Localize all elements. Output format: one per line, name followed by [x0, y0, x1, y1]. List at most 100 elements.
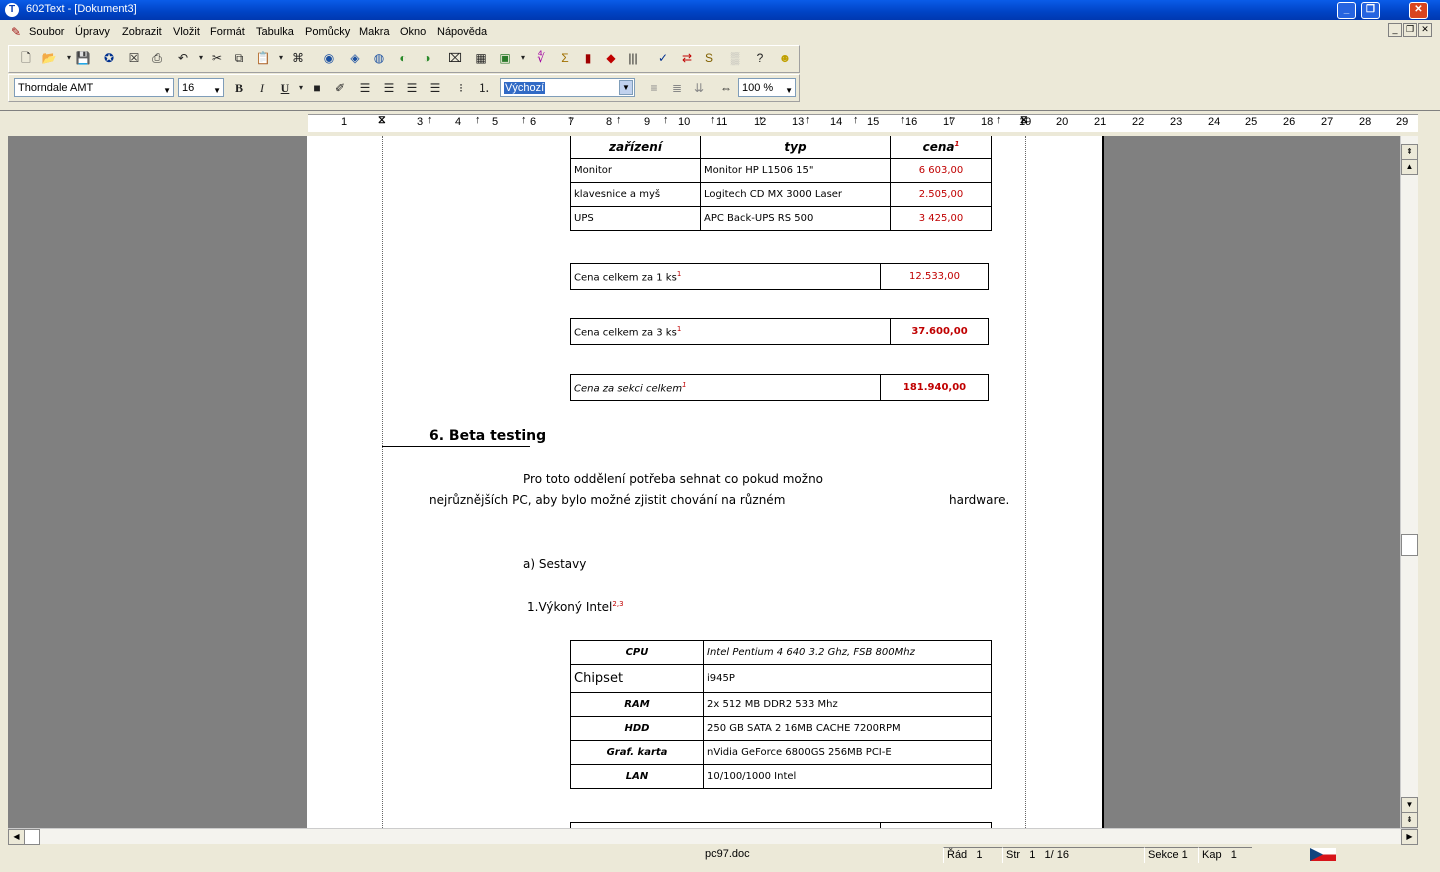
- assistant-icon[interactable]: ☻: [777, 50, 793, 66]
- italic-button[interactable]: I: [254, 80, 270, 96]
- color-icon[interactable]: ■: [309, 80, 325, 96]
- document-page[interactable]: zařízení typ cena1 Monitor Monitor HP L1…: [307, 136, 1104, 828]
- organizer-icon[interactable]: ✪: [101, 50, 117, 66]
- chart-icon[interactable]: ▮: [580, 50, 596, 66]
- image-dropdown-icon[interactable]: ▾: [515, 50, 531, 66]
- help-cursor-icon[interactable]: ?: [752, 50, 768, 66]
- image-icon[interactable]: ▣: [497, 50, 513, 66]
- tab-stop-marker[interactable]: ↑: [663, 114, 669, 126]
- menu-napoveda[interactable]: Nápověda: [437, 26, 487, 38]
- menu-format[interactable]: Formát: [210, 26, 245, 38]
- indent-decrease-icon[interactable]: ≡: [646, 80, 662, 96]
- maximize-button[interactable]: ❐: [1361, 2, 1380, 19]
- table-icon[interactable]: ▦: [473, 50, 489, 66]
- menu-tabulka[interactable]: Tabulka: [256, 26, 294, 38]
- menu-zobrazit[interactable]: Zobrazit: [122, 26, 162, 38]
- tab-stop-marker[interactable]: ↑: [853, 114, 859, 126]
- menu-makra[interactable]: Makra: [359, 26, 390, 38]
- web-page-icon[interactable]: ◍: [371, 50, 387, 66]
- bullet-list-icon[interactable]: ⁝: [453, 80, 469, 96]
- tab-stop-marker[interactable]: ↑: [427, 114, 433, 126]
- doc-restore-button[interactable]: ❐: [1403, 23, 1417, 37]
- menu-upravy[interactable]: Úpravy: [75, 26, 110, 38]
- scroll-down-button[interactable]: ▼: [1401, 797, 1418, 813]
- underline-dropdown-icon[interactable]: ▾: [293, 80, 309, 96]
- globe-icon[interactable]: ◐: [395, 50, 411, 66]
- undo-icon[interactable]: ↶: [175, 50, 191, 66]
- horizontal-scrollbar[interactable]: ◀ ▶: [8, 828, 1418, 845]
- thesaurus-icon[interactable]: ⇄: [679, 50, 695, 66]
- doc-close-button[interactable]: ✕: [1418, 23, 1432, 37]
- menu-soubor[interactable]: Soubor: [29, 26, 64, 38]
- menu-vlozit[interactable]: Vložit: [173, 26, 200, 38]
- scroll-left-button[interactable]: ◀: [8, 829, 25, 845]
- scroll-right-button[interactable]: ▶: [1401, 829, 1418, 845]
- numbered-list-icon[interactable]: ⒈: [476, 80, 492, 96]
- style-select[interactable]: Výchozí ▼: [500, 78, 635, 97]
- undo-dropdown-icon[interactable]: ▾: [193, 50, 209, 66]
- scroll-up-button[interactable]: ▲: [1401, 159, 1418, 175]
- document-icon[interactable]: ✎: [11, 25, 21, 39]
- paragraph-icon[interactable]: ⇊: [691, 80, 707, 96]
- zoom-select[interactable]: 100 % ▼: [738, 78, 796, 97]
- underline-button[interactable]: U: [277, 80, 293, 96]
- save-icon[interactable]: 💾: [75, 50, 91, 66]
- tab-stop-marker[interactable]: ↑: [475, 114, 481, 126]
- tab-stop-marker[interactable]: ↑: [521, 114, 527, 126]
- right-indent-marker[interactable]: ⧖: [1020, 114, 1028, 127]
- czech-flag-icon[interactable]: [1310, 848, 1336, 861]
- paste-icon[interactable]: 📋: [255, 50, 271, 66]
- font-select[interactable]: Thorndale AMT ▼: [14, 78, 174, 97]
- align-center-icon[interactable]: ☰: [381, 80, 397, 96]
- page-width-icon[interactable]: ⇔: [718, 80, 734, 96]
- justify-icon[interactable]: ☰: [427, 80, 443, 96]
- sum-icon[interactable]: Σ: [557, 50, 573, 66]
- chevron-down-icon[interactable]: ▼: [213, 82, 221, 100]
- cut-icon[interactable]: ✂: [209, 50, 225, 66]
- tab-stop-marker[interactable]: ↑: [900, 114, 906, 126]
- translate-icon[interactable]: S: [701, 50, 717, 66]
- format-painter-icon[interactable]: ⌘: [290, 50, 306, 66]
- highlight-icon[interactable]: ✐: [332, 80, 348, 96]
- minimize-button[interactable]: _: [1337, 2, 1356, 19]
- font-size-select[interactable]: 16 ▼: [178, 78, 224, 97]
- align-right-icon[interactable]: ☰: [404, 80, 420, 96]
- tab-stop-marker[interactable]: ↑: [710, 114, 716, 126]
- indent-increase-icon[interactable]: ≣: [669, 80, 685, 96]
- scroll-page-down-button[interactable]: ⇟: [1401, 812, 1418, 828]
- scroll-thumb[interactable]: [1401, 534, 1418, 556]
- tab-stop-marker[interactable]: ↑: [996, 114, 1002, 126]
- tab-stop-marker[interactable]: ↑: [758, 114, 764, 126]
- bold-button[interactable]: B: [231, 80, 247, 96]
- formula-icon[interactable]: ∜: [533, 50, 549, 66]
- menu-okno[interactable]: Okno: [400, 26, 426, 38]
- chevron-down-icon[interactable]: ▼: [163, 82, 171, 100]
- open-folder-icon[interactable]: 📂: [41, 50, 57, 66]
- chevron-down-icon[interactable]: ▼: [619, 80, 633, 95]
- tab-stop-marker[interactable]: ↑: [805, 114, 811, 126]
- shape-icon[interactable]: ◆: [603, 50, 619, 66]
- close-doc-icon[interactable]: ☒: [126, 50, 142, 66]
- new-document-icon[interactable]: 🗋: [18, 50, 34, 66]
- hscroll-thumb[interactable]: [24, 829, 40, 845]
- web-icon[interactable]: ◉: [321, 50, 337, 66]
- copy-icon[interactable]: ⧉: [231, 50, 247, 66]
- hyperlink-icon[interactable]: ◈: [347, 50, 363, 66]
- tab-stop-marker[interactable]: ↑: [616, 114, 622, 126]
- paste-dropdown-icon[interactable]: ▾: [273, 50, 289, 66]
- document-area[interactable]: zařízení typ cena1 Monitor Monitor HP L1…: [8, 136, 1400, 828]
- fields-icon[interactable]: ⌧: [447, 50, 463, 66]
- menu-pomucky[interactable]: Pomůcky: [305, 26, 350, 38]
- tab-stop-marker[interactable]: ↑: [568, 114, 574, 126]
- vertical-scrollbar[interactable]: ⇞ ▲ ▼ ⇟: [1400, 136, 1418, 828]
- print-icon[interactable]: ⎙: [149, 50, 165, 66]
- align-left-icon[interactable]: ☰: [357, 80, 373, 96]
- spellcheck-icon[interactable]: ✓: [655, 50, 671, 66]
- close-button[interactable]: ✕: [1409, 2, 1428, 19]
- tab-stop-marker[interactable]: ↑: [948, 114, 954, 126]
- ruler[interactable]: 1 3 4 5 6 7 8 9 10 11 12 13 14 15 16 17 …: [0, 110, 1440, 135]
- scroll-page-up-button[interactable]: ⇞: [1401, 144, 1418, 160]
- chevron-down-icon[interactable]: ▼: [785, 82, 793, 100]
- app-icon[interactable]: T: [5, 3, 19, 17]
- doc-minimize-button[interactable]: _: [1388, 23, 1402, 37]
